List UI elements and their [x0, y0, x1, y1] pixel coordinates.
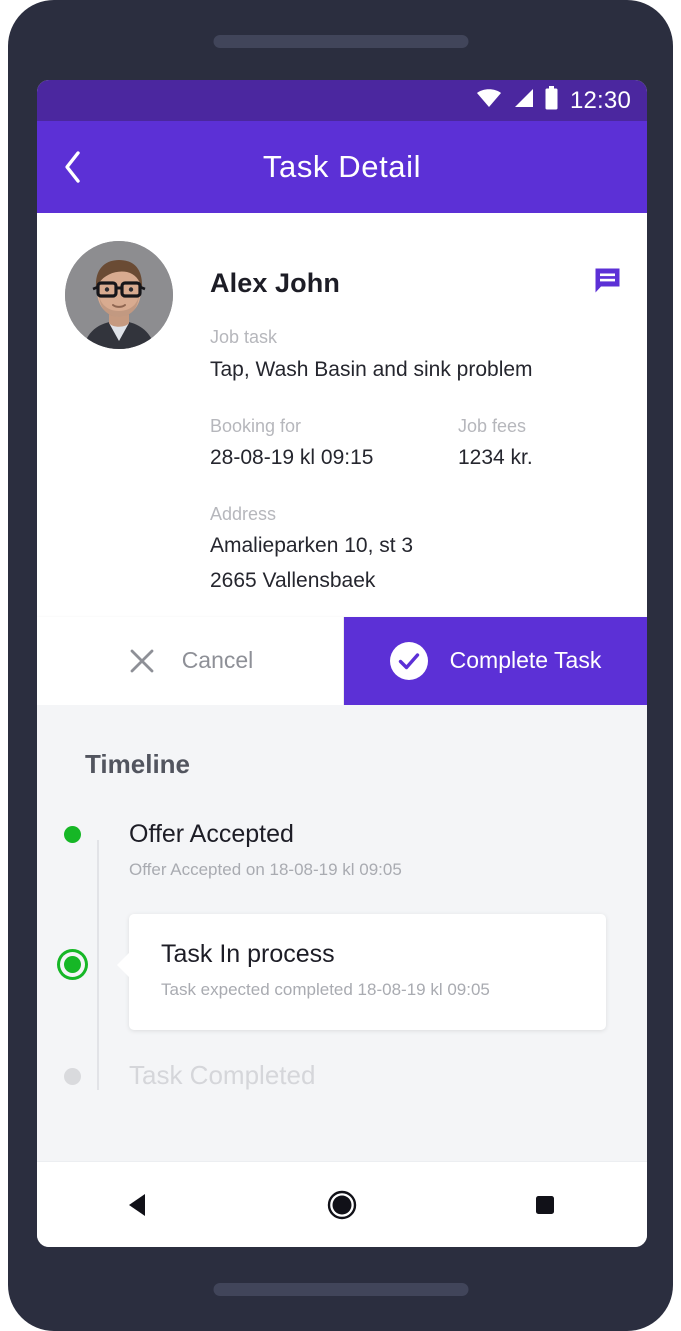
fees-value: 1234 kr. [458, 445, 533, 469]
close-x-icon [130, 649, 154, 673]
address-line-1: Amalieparken 10, st 3 [210, 534, 414, 558]
timeline-item-offer-accepted[interactable]: Offer Accepted Offer Accepted on 18-08-1… [37, 820, 647, 880]
address-label: Address [210, 504, 277, 525]
battery-icon [544, 86, 559, 115]
timeline-item-title: Task In process [161, 939, 335, 968]
booking-value: 28-08-19 kl 09:15 [210, 445, 374, 469]
timeline-section: Timeline Offer Accepted Offer Accepted o… [37, 704, 647, 1145]
complete-task-label: Complete Task [449, 647, 602, 674]
job-task-value: Tap, Wash Basin and sink problem [210, 358, 533, 381]
timeline-item-title: Task Completed [129, 1059, 316, 1090]
app-bar: Task Detail [37, 121, 647, 213]
timeline-current-card[interactable]: Task In process Task expected completed … [117, 913, 606, 1030]
phone-speaker-grille-bottom [213, 1283, 468, 1296]
profile-row: Alex John Job task Tap, Wash Basin and s… [37, 241, 647, 595]
profile-name-row: Alex John [210, 267, 621, 299]
booking-label: Booking for [210, 415, 302, 436]
status-bar-clock: 12:30 [569, 86, 631, 114]
job-task-block: Job task Tap, Wash Basin and sink proble… [210, 327, 621, 384]
cellular-signal-icon [512, 87, 535, 114]
timeline-item-body: Task Completed [107, 1060, 647, 1091]
timeline-item-title: Offer Accepted [129, 819, 294, 848]
phone-frame: 12:30 Task Detail Alex John Job task Tap… [8, 0, 673, 1331]
task-detail-card: Alex John Job task Tap, Wash Basin and s… [37, 213, 647, 617]
timeline-marker-done [37, 820, 107, 843]
fees-block: Job fees 1234 kr. [458, 416, 533, 472]
fees-label: Job fees [458, 415, 527, 436]
action-bar: Cancel Complete Task [37, 616, 647, 705]
back-button[interactable] [37, 147, 107, 187]
check-circle-icon [389, 641, 428, 680]
status-bar: 12:30 [37, 80, 647, 121]
cancel-button[interactable]: Cancel [37, 616, 344, 705]
timeline-item-subtitle: Task expected completed 18-08-19 kl 09:0… [161, 979, 490, 999]
meta-row: Booking for 28-08-19 kl 09:15 Job fees 1… [210, 416, 621, 472]
timeline-item-body: Task In process Task expected completed … [107, 913, 647, 1030]
nav-back-button[interactable] [79, 1188, 199, 1222]
person-name: Alex John [210, 267, 340, 298]
timeline-item-subtitle: Offer Accepted on 18-08-19 kl 09:05 [129, 859, 402, 879]
page-title: Task Detail [262, 149, 422, 184]
nav-home-circle-icon [327, 1190, 357, 1219]
nav-recents-button[interactable] [485, 1188, 605, 1222]
phone-screen: 12:30 Task Detail Alex John Job task Tap… [37, 80, 647, 1247]
chevron-left-icon [65, 151, 80, 183]
timeline-dot-active-icon [63, 955, 81, 973]
timeline-item-body: Offer Accepted Offer Accepted on 18-08-1… [107, 820, 647, 880]
nav-back-triangle-icon [128, 1193, 145, 1216]
profile-body: Alex John Job task Tap, Wash Basin and s… [210, 241, 621, 595]
nav-recents-square-icon [536, 1195, 555, 1214]
complete-task-button[interactable]: Complete Task [344, 616, 647, 705]
address-line-2: 2665 Vallensbaek [210, 569, 376, 593]
avatar [65, 241, 173, 349]
timeline-dot-pending-icon [63, 1067, 81, 1085]
booking-block: Booking for 28-08-19 kl 09:15 [210, 416, 458, 472]
message-button[interactable] [594, 267, 621, 299]
address-block: Address Amalieparken 10, st 3 2665 Valle… [210, 504, 621, 594]
timeline-list: Offer Accepted Offer Accepted on 18-08-1… [37, 820, 647, 1091]
cancel-label: Cancel [181, 647, 254, 674]
timeline-marker-pending [37, 1060, 107, 1085]
timeline-dot-icon [63, 825, 81, 843]
wifi-icon [475, 87, 503, 114]
timeline-heading: Timeline [85, 748, 191, 779]
timeline-item-task-in-process[interactable]: Task In process Task expected completed … [37, 913, 647, 1030]
timeline-marker-current [37, 914, 107, 973]
job-task-label: Job task [210, 327, 278, 347]
timeline-item-task-completed[interactable]: Task Completed [37, 1060, 647, 1091]
nav-home-button[interactable] [282, 1188, 402, 1222]
message-icon [595, 268, 620, 293]
android-navigation-bar [37, 1161, 647, 1247]
phone-speaker-grille-top [213, 35, 468, 48]
